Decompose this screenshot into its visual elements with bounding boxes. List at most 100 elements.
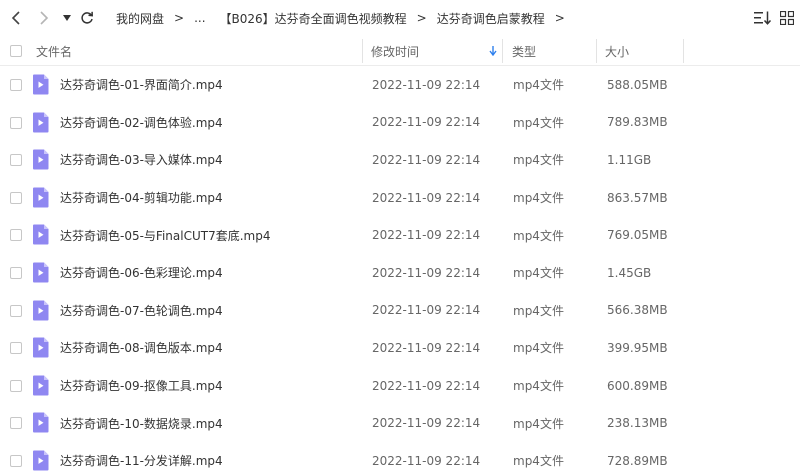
- caret-down-icon: [63, 15, 71, 21]
- video-file-icon: [33, 187, 49, 208]
- row-checkbox[interactable]: [10, 304, 22, 317]
- file-size: 728.89MB: [607, 453, 668, 468]
- column-divider[interactable]: [502, 39, 503, 63]
- file-row[interactable]: 达芬奇调色-03-导入媒体.mp4 2022-11-09 22:14 mp4文件 1.…: [0, 141, 800, 179]
- video-file-icon: [33, 300, 49, 321]
- file-name[interactable]: 达芬奇调色-06-色彩理论.mp4: [60, 254, 223, 292]
- file-row[interactable]: 达芬奇调色-07-色轮调色.mp4 2022-11-09 22:14 mp4文件 56…: [0, 292, 800, 330]
- column-header-time[interactable]: 修改时间: [371, 36, 419, 66]
- video-file-icon: [33, 112, 49, 133]
- file-size: 399.95MB: [607, 340, 668, 355]
- row-checkbox[interactable]: [10, 229, 22, 242]
- row-checkbox[interactable]: [10, 379, 22, 392]
- file-type: mp4文件: [513, 78, 564, 93]
- file-size: 600.89MB: [607, 378, 668, 393]
- file-size: 769.05MB: [607, 228, 668, 243]
- file-name[interactable]: 达芬奇调色-04-剪辑功能.mp4: [60, 179, 223, 217]
- file-type: mp4文件: [513, 341, 564, 356]
- file-modified-time: 2022-11-09 22:14: [372, 378, 481, 393]
- row-checkbox[interactable]: [10, 116, 22, 129]
- select-all-checkbox[interactable]: [10, 45, 22, 57]
- breadcrumb-item-current[interactable]: 达芬奇调色启蒙教程: [437, 10, 545, 27]
- row-checkbox[interactable]: [10, 154, 22, 167]
- file-type: mp4文件: [513, 379, 564, 394]
- file-type: mp4文件: [513, 266, 564, 281]
- file-modified-time: 2022-11-09 22:14: [372, 453, 481, 468]
- breadcrumb-separator: >: [554, 11, 565, 25]
- file-row[interactable]: 达芬奇调色-05-与FinalCUT7套底.mp4 2022-11-09 22:1…: [0, 216, 800, 254]
- breadcrumb-item-course[interactable]: 【B026】达芬奇全面调色视频教程: [220, 10, 407, 27]
- file-row[interactable]: 达芬奇调色-11-分发详解.mp4 2022-11-09 22:14 mp4文件 72…: [0, 442, 800, 474]
- file-row[interactable]: 达芬奇调色-09-抠像工具.mp4 2022-11-09 22:14 mp4文件 60…: [0, 367, 800, 405]
- toolbar: 我的网盘 > ... 【B026】达芬奇全面调色视频教程 > 达芬奇调色启蒙教程…: [0, 0, 800, 36]
- file-name[interactable]: 达芬奇调色-03-导入媒体.mp4: [60, 141, 223, 179]
- file-size: 566.38MB: [607, 303, 668, 318]
- file-type: mp4文件: [513, 228, 564, 243]
- video-file-icon: [33, 337, 49, 358]
- file-size: 1.11GB: [607, 152, 652, 167]
- file-type: mp4文件: [513, 303, 564, 318]
- file-modified-time: 2022-11-09 22:14: [372, 340, 481, 355]
- file-name[interactable]: 达芬奇调色-09-抠像工具.mp4: [60, 367, 223, 405]
- column-divider[interactable]: [683, 39, 684, 63]
- column-header-type[interactable]: 类型: [512, 36, 536, 66]
- chevron-left-icon: [11, 11, 20, 25]
- video-file-icon: [33, 450, 49, 471]
- breadcrumb: 我的网盘 > ... 【B026】达芬奇全面调色视频教程 > 达芬奇调色启蒙教程…: [116, 0, 575, 36]
- back-button[interactable]: [8, 9, 26, 27]
- file-size: 238.13MB: [607, 416, 668, 431]
- chevron-right-icon: [40, 11, 49, 25]
- column-divider[interactable]: [596, 39, 597, 63]
- file-type: mp4文件: [513, 153, 564, 168]
- file-name[interactable]: 达芬奇调色-10-数据烧录.mp4: [60, 404, 223, 442]
- forward-button[interactable]: [34, 9, 52, 27]
- sort-list-icon: [754, 11, 772, 25]
- row-checkbox[interactable]: [10, 342, 22, 355]
- file-row[interactable]: 达芬奇调色-06-色彩理论.mp4 2022-11-09 22:14 mp4文件 1.…: [0, 254, 800, 292]
- column-header-name[interactable]: 文件名: [36, 36, 72, 66]
- file-row[interactable]: 达芬奇调色-04-剪辑功能.mp4 2022-11-09 22:14 mp4文件 86…: [0, 179, 800, 217]
- history-dropdown-button[interactable]: [58, 9, 76, 27]
- column-header-size[interactable]: 大小: [605, 36, 629, 66]
- file-modified-time: 2022-11-09 22:14: [372, 228, 481, 243]
- file-modified-time: 2022-11-09 22:14: [372, 303, 481, 318]
- file-modified-time: 2022-11-09 22:14: [372, 416, 481, 431]
- refresh-button[interactable]: [78, 9, 96, 27]
- video-file-icon: [33, 412, 49, 433]
- file-name[interactable]: 达芬奇调色-02-调色体验.mp4: [60, 104, 223, 142]
- breadcrumb-item-ellipsis[interactable]: ...: [194, 11, 205, 25]
- file-size: 863.57MB: [607, 190, 668, 205]
- file-row[interactable]: 达芬奇调色-02-调色体验.mp4 2022-11-09 22:14 mp4文件 78…: [0, 104, 800, 142]
- video-file-icon: [33, 149, 49, 170]
- file-type: mp4文件: [513, 454, 564, 469]
- row-checkbox[interactable]: [10, 417, 22, 430]
- file-name[interactable]: 达芬奇调色-05-与FinalCUT7套底.mp4: [60, 216, 270, 254]
- sort-button[interactable]: [753, 8, 773, 28]
- row-checkbox[interactable]: [10, 267, 22, 279]
- breadcrumb-separator: >: [174, 11, 185, 25]
- file-type: mp4文件: [513, 416, 564, 431]
- file-row[interactable]: 达芬奇调色-10-数据烧录.mp4 2022-11-09 22:14 mp4文件 23…: [0, 404, 800, 442]
- grid-view-button[interactable]: [777, 8, 797, 28]
- sort-descending-icon[interactable]: [489, 46, 497, 56]
- file-name[interactable]: 达芬奇调色-11-分发详解.mp4: [60, 442, 223, 474]
- file-type: mp4文件: [513, 191, 564, 206]
- column-divider[interactable]: [362, 39, 363, 63]
- video-file-icon: [33, 74, 49, 95]
- breadcrumb-separator: >: [416, 11, 427, 25]
- file-modified-time: 2022-11-09 22:14: [372, 152, 481, 167]
- row-checkbox[interactable]: [10, 79, 22, 91]
- file-size: 1.45GB: [607, 265, 652, 280]
- breadcrumb-item-root[interactable]: 我的网盘: [116, 10, 164, 27]
- file-type: mp4文件: [513, 115, 564, 130]
- file-modified-time: 2022-11-09 22:14: [372, 115, 481, 130]
- refresh-icon: [81, 11, 93, 24]
- file-name[interactable]: 达芬奇调色-01-界面简介.mp4: [60, 66, 223, 104]
- file-name[interactable]: 达芬奇调色-07-色轮调色.mp4: [60, 292, 223, 330]
- file-row[interactable]: 达芬奇调色-01-界面简介.mp4 2022-11-09 22:14 mp4文件 58…: [0, 66, 800, 104]
- row-checkbox[interactable]: [10, 191, 22, 204]
- file-row[interactable]: 达芬奇调色-08-调色版本.mp4 2022-11-09 22:14 mp4文件 39…: [0, 329, 800, 367]
- video-file-icon: [33, 375, 49, 396]
- file-name[interactable]: 达芬奇调色-08-调色版本.mp4: [60, 329, 223, 367]
- row-checkbox[interactable]: [10, 455, 22, 467]
